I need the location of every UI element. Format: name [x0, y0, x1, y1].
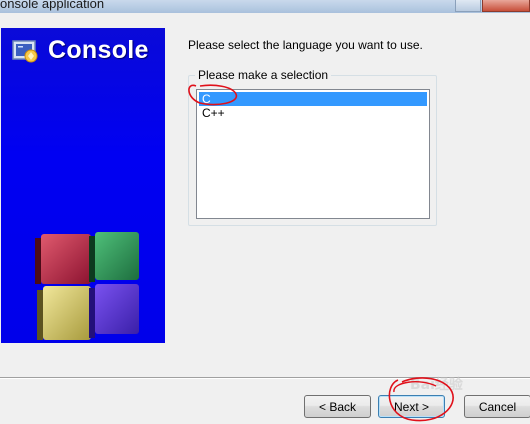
list-item-c[interactable]: C — [199, 92, 427, 106]
cubes-graphic — [35, 232, 139, 340]
title-bar[interactable]: onsole application — [0, 0, 530, 13]
close-button[interactable] — [482, 0, 530, 12]
sidebar-title: Console — [48, 36, 149, 64]
instruction-text: Please select the language you want to u… — [188, 38, 423, 52]
console-logo-icon — [12, 40, 38, 63]
groupbox-label: Please make a selection — [195, 68, 332, 82]
cancel-button[interactable]: Cancel — [464, 395, 530, 418]
back-button[interactable]: < Back — [304, 395, 371, 418]
minimize-button[interactable] — [455, 0, 481, 12]
wizard-sidebar: Console — [1, 28, 165, 343]
window-title: onsole application — [0, 0, 105, 11]
language-listbox[interactable]: C C++ — [196, 89, 430, 219]
wizard-window: onsole application Console Please select… — [0, 0, 530, 424]
watermark-text: Bai经验 — [410, 377, 463, 393]
next-button[interactable]: Next > — [378, 395, 445, 418]
list-item-cpp[interactable]: C++ — [199, 106, 427, 120]
